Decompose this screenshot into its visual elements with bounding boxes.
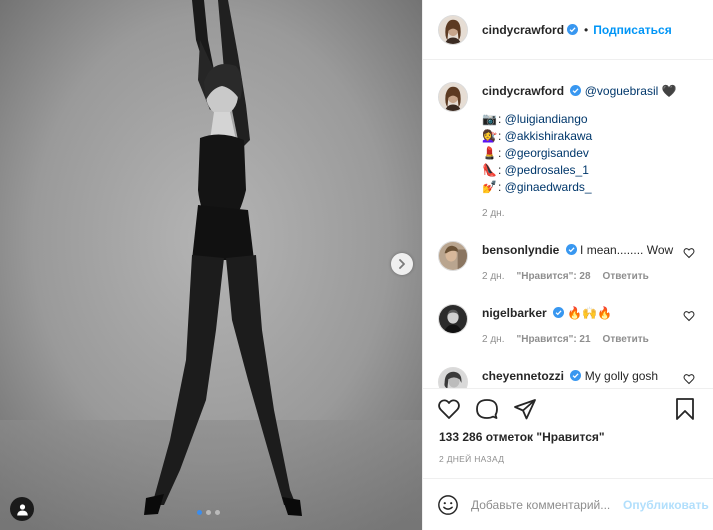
comment-item: nigelbarker 🔥🙌🔥 2 дн. "Нравится": 21 Отв… <box>438 304 713 349</box>
comment-avatar[interactable] <box>438 304 468 334</box>
comment-time[interactable]: 2 дн. <box>482 331 504 349</box>
credit-line: 💇‍♀️: @akkishirakawa <box>482 129 593 143</box>
carousel-dot <box>197 510 202 515</box>
comment-time[interactable]: 2 дн. <box>482 268 504 286</box>
credit-handle[interactable]: @pedrosales_1 <box>505 163 589 177</box>
verified-icon <box>565 244 577 255</box>
author-avatar[interactable] <box>438 14 468 45</box>
user-tag-icon <box>16 503 28 515</box>
verified-icon <box>570 85 582 96</box>
post-media[interactable] <box>0 0 422 530</box>
verified-icon <box>567 24 579 35</box>
post-header: cindycrawford • Подписаться <box>423 0 713 60</box>
follow-button[interactable]: Подписаться <box>593 23 671 37</box>
credit-handle[interactable]: @ginaedwards_ <box>505 180 592 194</box>
heart-icon[interactable] <box>683 247 695 259</box>
credit-line: 📷: @luigiandiango <box>482 112 588 126</box>
likes-count[interactable]: 133 286 отметок "Нравится" <box>423 430 713 444</box>
action-bar <box>423 388 713 428</box>
credits-list: 📷: @luigiandiango 💇‍♀️: @akkishirakawa 💄… <box>482 111 702 196</box>
caption: cindycrawford @voguebrasil 🖤 📷: @luigian… <box>438 82 713 223</box>
post-modal: cindycrawford • Подписаться cindycrawfor… <box>0 0 713 530</box>
credit-line: 💅: @ginaedwards_ <box>482 180 592 194</box>
caption-mention[interactable]: @voguebrasil <box>585 84 659 98</box>
heart-icon[interactable] <box>683 373 695 385</box>
comment-username[interactable]: cheyennetozzi <box>482 369 564 383</box>
heart-icon[interactable] <box>437 397 461 421</box>
credit-line: 💄: @georgisandev <box>482 146 589 160</box>
comment-input[interactable] <box>471 497 619 512</box>
comment-avatar[interactable] <box>438 367 468 388</box>
caption-username[interactable]: cindycrawford <box>482 84 564 98</box>
credit-handle[interactable]: @georgisandev <box>505 146 589 160</box>
header-separator: • <box>584 22 589 37</box>
carousel-dot <box>206 510 211 515</box>
verified-icon <box>553 307 565 318</box>
reply-button[interactable]: Ответить <box>603 268 649 286</box>
reply-button[interactable]: Ответить <box>603 331 649 349</box>
comment-icon[interactable] <box>475 397 499 421</box>
post-photo <box>0 0 422 530</box>
credit-handle[interactable]: @akkishirakawa <box>505 129 593 143</box>
publish-button[interactable]: Опубликовать <box>623 498 709 512</box>
comment-meta: 2 дн. "Нравится": 21 Ответить <box>482 331 687 349</box>
comment-text: My golly gosh <box>584 369 659 383</box>
post-date[interactable]: 2 ДНЕЙ НАЗАД <box>423 454 713 470</box>
credit-line: 👠: @pedrosales_1 <box>482 163 589 177</box>
tagged-users-button[interactable] <box>10 497 34 521</box>
next-slide-button[interactable] <box>391 253 413 275</box>
chevron-right-icon <box>399 259 405 269</box>
comment-text: I mean........ Wow <box>580 243 674 257</box>
author-username[interactable]: cindycrawford <box>482 23 564 37</box>
comment-likes[interactable]: "Нравится": 28 <box>516 268 590 286</box>
share-icon[interactable] <box>513 397 537 421</box>
comment-text: 🔥🙌🔥 <box>567 306 613 320</box>
heart-emoji: 🖤 <box>661 84 677 98</box>
add-comment-bar: Опубликовать <box>423 478 713 530</box>
comment-meta: 2 дн. "Нравится": 28 Ответить <box>482 268 687 286</box>
comment-item: bensonlyndie I mean........ Wow 2 дн. "Н… <box>438 241 713 286</box>
carousel-indicator <box>197 510 220 515</box>
comment-username[interactable]: bensonlyndie <box>482 243 559 257</box>
comments-list[interactable]: cindycrawford @voguebrasil 🖤 📷: @luigian… <box>423 60 713 388</box>
caption-avatar[interactable] <box>438 82 468 112</box>
carousel-dot <box>215 510 220 515</box>
bookmark-icon[interactable] <box>673 397 697 421</box>
comment-likes[interactable]: "Нравится": 21 <box>516 331 590 349</box>
caption-time[interactable]: 2 дн. <box>482 205 702 223</box>
comment-username[interactable]: nigelbarker <box>482 306 547 320</box>
heart-icon[interactable] <box>683 310 695 322</box>
smile-icon[interactable] <box>437 494 459 516</box>
comment-item: cheyennetozzi My golly gosh 😍😎 <box>438 367 713 388</box>
comment-avatar[interactable] <box>438 241 468 271</box>
credit-handle[interactable]: @luigiandiango <box>505 112 588 126</box>
verified-icon <box>570 370 582 381</box>
post-panel: cindycrawford • Подписаться cindycrawfor… <box>422 0 713 530</box>
